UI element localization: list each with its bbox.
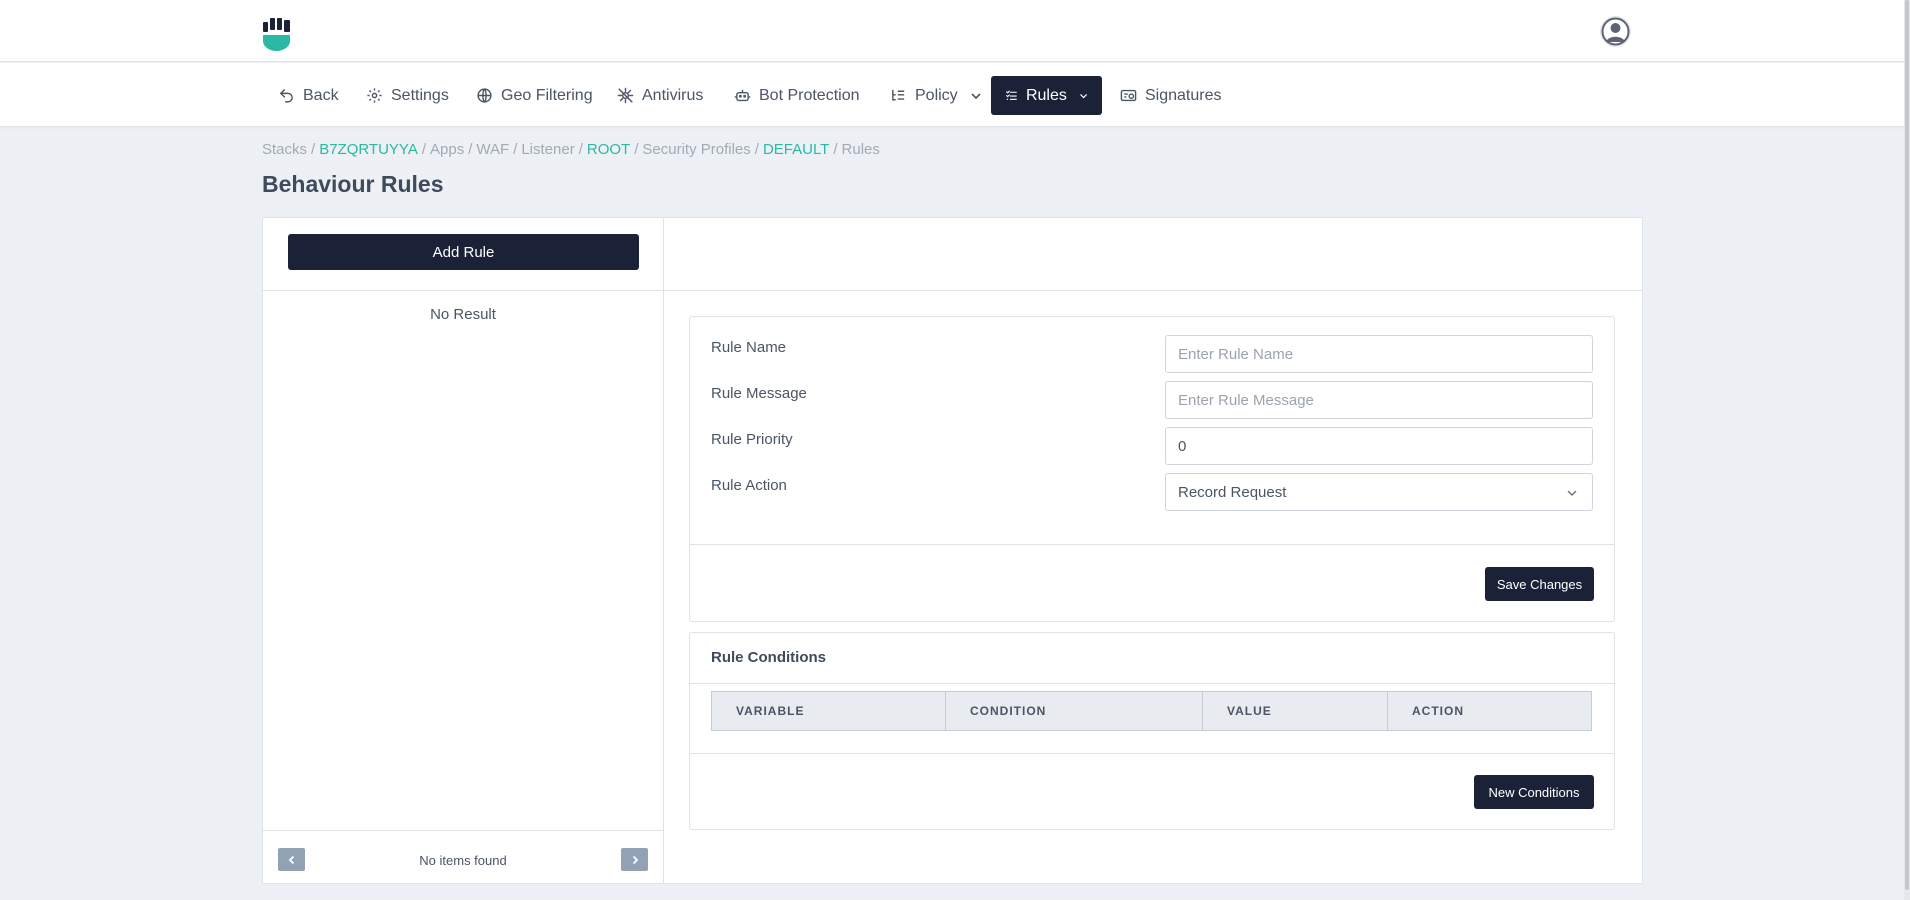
breadcrumb-stack-id[interactable]: B7ZQRTUYYA <box>319 141 418 158</box>
empty-list-text: No Result <box>430 306 496 323</box>
conditions-table-header: VARIABLE CONDITION VALUE ACTION <box>711 691 1592 731</box>
nav-bot-protection[interactable]: Bot Protection <box>720 76 874 115</box>
nav-antivirus-label: Antivirus <box>642 86 704 104</box>
chevron-right-icon <box>632 855 638 864</box>
chevron-down-icon <box>1079 93 1087 98</box>
user-avatar[interactable] <box>1600 16 1631 47</box>
breadcrumb-waf: WAF <box>476 141 510 158</box>
rule-priority-input[interactable] <box>1165 427 1593 465</box>
pagination: No items found <box>263 830 663 883</box>
rule-priority-label: Rule Priority <box>711 431 793 448</box>
top-bar <box>0 0 1910 62</box>
id-card-icon <box>1120 89 1137 102</box>
nav-policy-label: Policy <box>915 86 958 104</box>
rules-card: Add Rule No Result No items found Rule N… <box>262 217 1643 884</box>
rule-message-input[interactable] <box>1165 381 1593 419</box>
form-divider <box>690 544 1614 545</box>
breadcrumb: Stacks / B7ZQRTUYYA / Apps / WAF / Listener / ROOT… <box>262 141 880 158</box>
page-scrollbar-thumb[interactable] <box>1905 0 1909 890</box>
rules-list-panel: Add Rule No Result No items found <box>263 218 664 883</box>
nav-rules-label: Rules <box>1025 86 1067 104</box>
rule-action-value: Record Request <box>1178 483 1287 501</box>
nav-rules[interactable]: Rules <box>991 76 1102 115</box>
page-title: Behaviour Rules <box>262 171 444 197</box>
breadcrumb-listener: Listener <box>521 141 575 158</box>
nav-signatures[interactable]: Signatures <box>1106 76 1236 115</box>
rule-message-label: Rule Message <box>711 385 807 402</box>
rule-name-input[interactable] <box>1165 335 1593 373</box>
conditions-divider <box>690 683 1614 684</box>
column-header-condition: CONDITION <box>946 692 1203 730</box>
nav-settings-label: Settings <box>391 86 449 104</box>
nav-back-label: Back <box>303 86 339 104</box>
breadcrumb-stacks: Stacks <box>262 141 308 158</box>
new-conditions-button[interactable]: New Conditions <box>1474 775 1594 809</box>
list-check-icon <box>1006 90 1017 100</box>
rules-list-header: Add Rule <box>263 218 663 291</box>
rule-action-label: Rule Action <box>711 477 787 494</box>
rule-conditions-title: Rule Conditions <box>711 649 826 666</box>
user-icon <box>1600 16 1631 47</box>
next-page-button[interactable] <box>621 848 648 871</box>
virus-off-icon <box>617 87 634 104</box>
column-header-value: VALUE <box>1203 692 1388 730</box>
rule-form: Rule Name Rule Message Rule Priority Rul… <box>689 316 1615 622</box>
breadcrumb-security-profiles: Security Profiles <box>642 141 751 158</box>
robot-icon <box>734 89 751 102</box>
column-header-action: ACTION <box>1412 704 1464 718</box>
rule-detail-header <box>664 218 1642 291</box>
nav-back[interactable]: Back <box>264 76 353 115</box>
nav-antivirus[interactable]: Antivirus <box>603 76 717 115</box>
globe-icon <box>477 88 492 103</box>
list-tree-icon <box>892 89 905 101</box>
nav-geo-filtering-label: Geo Filtering <box>501 86 593 104</box>
nav-policy[interactable]: Policy <box>876 76 996 115</box>
secondary-nav: Back Settings Geo Filtering Antivirus Bo… <box>0 63 1910 127</box>
nav-signatures-label: Signatures <box>1145 86 1222 104</box>
rule-conditions-card: Rule Conditions VARIABLE CONDITION VALUE… <box>689 632 1615 830</box>
rule-action-select[interactable]: Record Request <box>1165 473 1593 511</box>
breadcrumb-root[interactable]: ROOT <box>587 141 630 158</box>
breadcrumb-apps: Apps <box>430 141 465 158</box>
nav-settings[interactable]: Settings <box>352 76 463 115</box>
rule-name-label: Rule Name <box>711 339 787 356</box>
add-rule-button[interactable]: Add Rule <box>288 234 639 270</box>
chevron-down-icon <box>1567 490 1577 496</box>
undo-icon <box>279 89 293 103</box>
pagination-status: No items found <box>419 853 507 868</box>
gear-icon <box>367 88 382 103</box>
nav-geo-filtering[interactable]: Geo Filtering <box>462 76 607 115</box>
column-header-variable: VARIABLE <box>712 692 946 730</box>
nav-bot-protection-label: Bot Protection <box>759 86 860 104</box>
chevron-down-icon <box>971 92 981 99</box>
fist-logo-icon[interactable] <box>262 18 292 52</box>
save-changes-button[interactable]: Save Changes <box>1485 567 1594 601</box>
conditions-footer-divider <box>690 753 1614 754</box>
breadcrumb-rules: Rules <box>841 141 880 158</box>
breadcrumb-default[interactable]: DEFAULT <box>763 141 829 158</box>
